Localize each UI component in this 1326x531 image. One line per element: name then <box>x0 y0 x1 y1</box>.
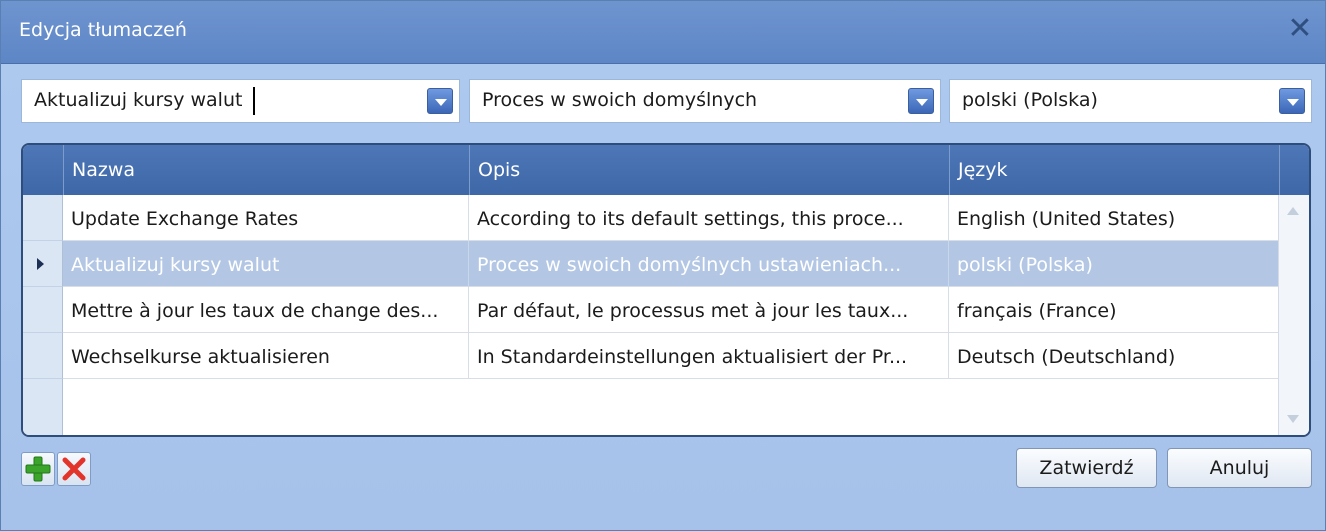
cell-description[interactable]: Proces w swoich domyślnych ustawieniach.… <box>469 241 949 287</box>
table-row-selected[interactable]: Aktualizuj kursy walut Proces w swoich d… <box>63 241 1279 287</box>
cell-language[interactable]: Deutsch (Deutschland) <box>949 333 1279 379</box>
description-combobox-value: Proces w swoich domyślnych <box>482 89 758 111</box>
name-combobox-value: Aktualizuj kursy walut <box>34 89 243 111</box>
column-header-language[interactable]: Język <box>949 145 1279 195</box>
text-caret <box>253 87 255 115</box>
row-header-current[interactable] <box>23 241 63 287</box>
cell-language[interactable]: polski (Polska) <box>949 241 1279 287</box>
name-combobox[interactable]: Aktualizuj kursy walut <box>21 79 460 123</box>
description-combobox[interactable]: Proces w swoich domyślnych <box>469 79 941 123</box>
confirm-button[interactable]: Zatwierdź <box>1016 448 1157 488</box>
dialog-title: Edycja tłumaczeń <box>19 19 187 41</box>
chevron-down-icon[interactable] <box>1279 88 1305 114</box>
row-header[interactable] <box>23 195 63 241</box>
plus-icon <box>25 456 51 482</box>
cell-name[interactable]: Wechselkurse aktualisieren <box>63 333 469 379</box>
cell-name[interactable]: Mettre à jour les taux de change des... <box>63 287 469 333</box>
cell-language[interactable]: français (France) <box>949 287 1279 333</box>
add-row-button[interactable] <box>21 452 55 486</box>
row-header[interactable] <box>23 287 63 333</box>
title-bar: Edycja tłumaczeń ✕ <box>1 1 1325 64</box>
table-row[interactable]: Wechselkurse aktualisieren In Standardei… <box>63 333 1279 379</box>
grid-header: Nazwa Opis Język <box>23 145 1309 195</box>
cell-name[interactable]: Aktualizuj kursy walut <box>63 241 469 287</box>
row-header-empty <box>23 379 63 435</box>
column-header-name[interactable]: Nazwa <box>63 145 469 195</box>
translation-dialog: Edycja tłumaczeń ✕ Aktualizuj kursy walu… <box>0 0 1326 531</box>
cell-language[interactable]: English (United States) <box>949 195 1279 241</box>
table-row[interactable]: Update Exchange Rates According to its d… <box>63 195 1279 241</box>
column-header-description[interactable]: Opis <box>469 145 949 195</box>
row-header[interactable] <box>23 333 63 379</box>
cell-description[interactable]: In Standardeinstellungen aktualisiert de… <box>469 333 949 379</box>
cell-description[interactable]: Par défaut, le processus met à jour les … <box>469 287 949 333</box>
cell-description[interactable]: According to its default settings, this … <box>469 195 949 241</box>
vertical-scrollbar[interactable] <box>1278 195 1309 435</box>
current-row-arrow-icon <box>37 258 44 270</box>
cell-name[interactable]: Update Exchange Rates <box>63 195 469 241</box>
translations-grid: Nazwa Opis Język Update Exchange Rates A… <box>21 143 1311 437</box>
scroll-down-icon[interactable] <box>1287 415 1299 423</box>
language-combobox-value: polski (Polska) <box>962 89 1098 111</box>
close-icon[interactable]: ✕ <box>1285 13 1315 45</box>
column-header-spacer <box>1279 145 1309 195</box>
scroll-up-icon[interactable] <box>1287 207 1299 215</box>
table-row[interactable]: Mettre à jour les taux de change des... … <box>63 287 1279 333</box>
row-header-corner <box>23 145 63 195</box>
chevron-down-icon[interactable] <box>427 88 453 114</box>
language-combobox[interactable]: polski (Polska) <box>949 79 1312 123</box>
cancel-button[interactable]: Anuluj <box>1167 448 1312 488</box>
delete-row-button[interactable] <box>57 452 91 486</box>
x-icon <box>62 457 86 481</box>
chevron-down-icon[interactable] <box>908 88 934 114</box>
